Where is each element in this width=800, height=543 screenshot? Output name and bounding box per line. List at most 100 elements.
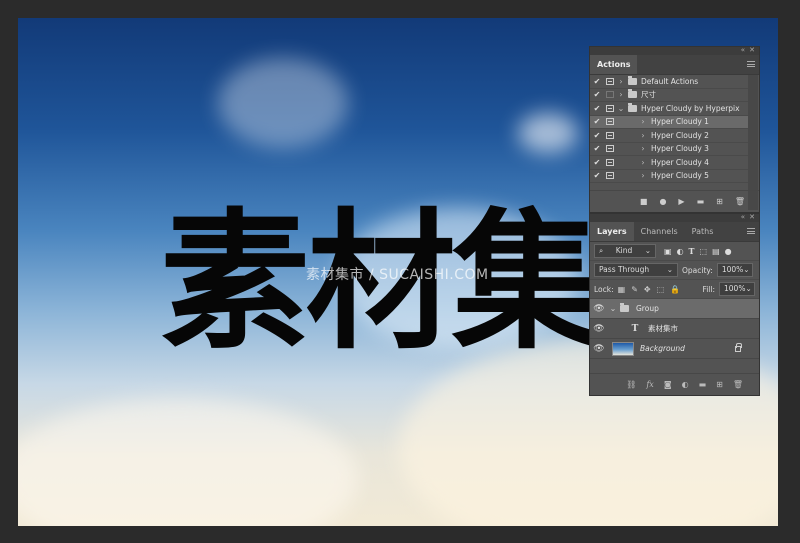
filter-kind-dropdown[interactable]: ⌕ Kind ⌄: [594, 244, 656, 258]
chevron-right-icon[interactable]: ›: [638, 131, 648, 140]
fx-icon[interactable]: fx: [646, 380, 653, 389]
visibility-eye-icon[interactable]: 👁: [590, 344, 608, 354]
dialog-toggle-icon[interactable]: [604, 145, 616, 153]
action-set-row[interactable]: ✔ › 尺寸: [590, 89, 748, 102]
tab-paths[interactable]: Paths: [685, 222, 721, 241]
new-layer-icon[interactable]: ⊞: [716, 380, 723, 389]
blend-mode-dropdown[interactable]: Pass Through ⌄: [594, 263, 678, 277]
tab-actions[interactable]: Actions: [590, 55, 638, 74]
dialog-toggle-icon[interactable]: [604, 77, 616, 85]
stop-icon[interactable]: ■: [640, 197, 648, 206]
fill-field[interactable]: 100% ⌄: [719, 282, 755, 296]
chevron-down-icon[interactable]: ⌄: [616, 104, 626, 113]
chevron-down-icon: ⌄: [745, 284, 752, 293]
smart-object-filter-icon[interactable]: ▤: [712, 247, 720, 256]
collapse-icon[interactable]: «: [741, 46, 745, 55]
close-icon[interactable]: ✕: [749, 46, 755, 55]
adjustment-icon[interactable]: ◐: [682, 380, 689, 389]
layers-panel: « ✕ Layers Channels Paths ⌕ Kind ⌄ ▣ ◐ T…: [589, 213, 760, 396]
lock-artboard-icon[interactable]: ⬚: [657, 285, 665, 294]
lock-all-icon[interactable]: 🔒: [670, 285, 680, 294]
actions-tabbar: Actions: [590, 55, 759, 75]
chevron-down-icon: ⌄: [666, 265, 673, 274]
panel-topbar: « ✕: [590, 213, 759, 222]
collapse-icon[interactable]: «: [741, 213, 745, 222]
layers-list: 👁 ⌄ Group 👁 T 素材集市 👁 Background: [590, 299, 759, 359]
tab-channels[interactable]: Channels: [634, 222, 685, 241]
action-row[interactable]: ✔ › Hyper Cloudy 2: [590, 129, 748, 143]
toggle-checkmark-icon[interactable]: ✔: [590, 117, 604, 126]
action-row[interactable]: ✔ › Hyper Cloudy 5: [590, 170, 748, 183]
layer-thumbnail: [612, 341, 634, 356]
shape-filter-icon[interactable]: ⬚: [700, 247, 708, 256]
dialog-toggle-icon[interactable]: [604, 91, 616, 99]
lock-pixels-icon[interactable]: ✎: [631, 285, 638, 294]
play-icon[interactable]: ▶: [678, 197, 684, 206]
layer-name[interactable]: 素材集市: [642, 323, 678, 334]
dialog-toggle-icon[interactable]: [604, 158, 616, 166]
chevron-right-icon[interactable]: ›: [616, 90, 626, 99]
opacity-field[interactable]: 100% ⌄: [716, 263, 753, 277]
blend-row: Pass Through ⌄ Opacity: 100% ⌄: [590, 261, 759, 280]
blend-mode-value: Pass Through: [599, 265, 650, 274]
search-icon: ⌕: [599, 246, 604, 255]
layer-row-text[interactable]: 👁 T 素材集市: [590, 319, 759, 339]
toggle-checkmark-icon[interactable]: ✔: [590, 158, 604, 167]
filter-kind-value: Kind: [615, 246, 633, 255]
action-row[interactable]: ✔ › Hyper Cloudy 4: [590, 156, 748, 170]
action-set-row[interactable]: ✔ › Default Actions: [590, 75, 748, 89]
new-action-icon[interactable]: ⊞: [716, 197, 723, 206]
toggle-checkmark-icon[interactable]: ✔: [590, 144, 604, 153]
tab-layers[interactable]: Layers: [590, 222, 634, 241]
dialog-toggle-icon[interactable]: [604, 172, 616, 180]
toggle-checkmark-icon[interactable]: ✔: [590, 131, 604, 140]
mask-icon[interactable]: ◙: [664, 380, 672, 389]
lock-icons: ▦ ✎ ✥ ⬚ 🔒: [618, 285, 681, 294]
chevron-right-icon[interactable]: ›: [616, 77, 626, 86]
adjustment-filter-icon[interactable]: ◐: [677, 247, 684, 256]
chevron-down-icon: ⌄: [644, 246, 651, 255]
toggle-checkmark-icon[interactable]: ✔: [590, 90, 604, 99]
chevron-right-icon[interactable]: ›: [638, 117, 648, 126]
link-icon[interactable]: ⛓: [626, 380, 636, 389]
lock-transparency-icon[interactable]: ▦: [618, 285, 626, 294]
visibility-eye-icon[interactable]: 👁: [590, 324, 608, 334]
layer-name[interactable]: Background: [634, 344, 685, 353]
panel-menu-icon[interactable]: [747, 228, 755, 234]
pixel-filter-icon[interactable]: ▣: [664, 247, 672, 256]
filter-toggle-icon[interactable]: ●: [725, 247, 732, 256]
layer-name[interactable]: Group: [630, 304, 659, 313]
toggle-checkmark-icon[interactable]: ✔: [590, 171, 604, 180]
dialog-toggle-icon[interactable]: [604, 118, 616, 126]
chevron-down-icon: ⌄: [743, 265, 750, 274]
chevron-right-icon[interactable]: ›: [638, 144, 648, 153]
record-icon[interactable]: ●: [659, 197, 666, 206]
layer-row-group[interactable]: 👁 ⌄ Group: [590, 299, 759, 319]
chevron-right-icon[interactable]: ›: [638, 171, 648, 180]
toggle-checkmark-icon[interactable]: ✔: [590, 104, 604, 113]
layer-row-background[interactable]: 👁 Background: [590, 339, 759, 359]
type-layer-icon: T: [631, 323, 639, 334]
panel-menu-icon[interactable]: [747, 61, 755, 67]
action-row[interactable]: ✔ › Hyper Cloudy 3: [590, 143, 748, 156]
lock-position-icon[interactable]: ✥: [644, 285, 651, 294]
trash-icon[interactable]: 🗑: [733, 380, 743, 389]
lock-label: Lock:: [594, 284, 614, 294]
dialog-toggle-icon[interactable]: [604, 104, 616, 112]
visibility-eye-icon[interactable]: 👁: [590, 304, 608, 314]
action-label: Hyper Cloudy 5: [651, 171, 709, 181]
group-icon[interactable]: ▬: [699, 380, 707, 389]
actions-list: ✔ › Default Actions ✔ › 尺寸 ✔ ⌄ Hyper Cloudy by H…: [590, 75, 748, 183]
trash-icon[interactable]: 🗑: [735, 197, 745, 206]
type-filter-icon[interactable]: T: [689, 246, 695, 256]
action-set-row[interactable]: ✔ ⌄ Hyper Cloudy by Hyperpix: [590, 102, 748, 116]
action-row[interactable]: ✔ › Hyper Cloudy 1: [590, 115, 748, 129]
toggle-checkmark-icon[interactable]: ✔: [590, 77, 604, 86]
close-icon[interactable]: ✕: [749, 213, 755, 222]
cloud-shape: [218, 58, 348, 148]
chevron-down-icon[interactable]: ⌄: [608, 304, 618, 313]
dialog-toggle-icon[interactable]: [604, 131, 616, 139]
chevron-right-icon[interactable]: ›: [638, 158, 648, 167]
action-label: 尺寸: [641, 90, 656, 100]
new-set-icon[interactable]: ▬: [697, 197, 705, 206]
